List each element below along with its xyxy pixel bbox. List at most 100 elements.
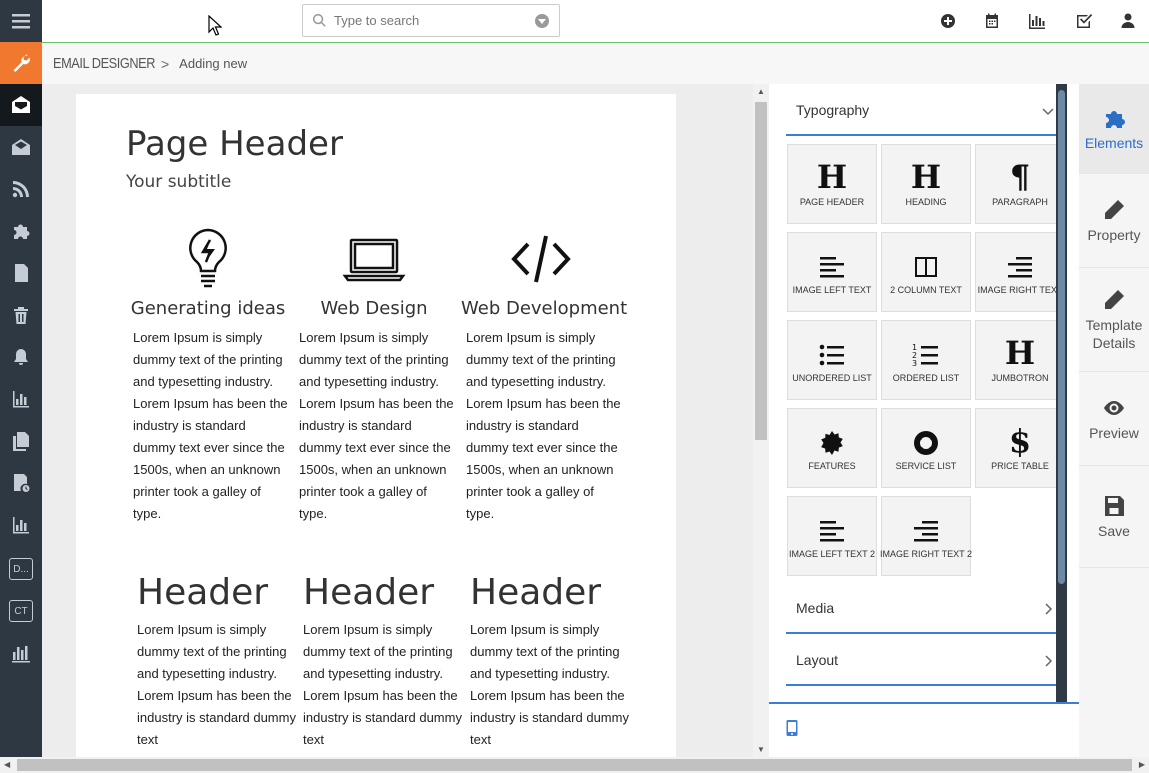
bar-chart-icon[interactable] bbox=[0, 504, 42, 546]
copy-icon[interactable] bbox=[0, 420, 42, 462]
page-header[interactable]: Page Header bbox=[126, 124, 343, 164]
tool-label: Elements bbox=[1084, 134, 1144, 151]
breadcrumb: EMAIL DESIGNER > Adding new bbox=[42, 43, 1149, 84]
calendar-icon[interactable] bbox=[983, 12, 1001, 30]
chevron-down-icon[interactable] bbox=[535, 13, 549, 28]
search-input[interactable]: Type to search bbox=[334, 13, 535, 28]
header-column[interactable]: Header Lorem Ipsum is simply dummy text … bbox=[137, 572, 297, 751]
feature-text: Lorem Ipsum is simply dummy text of the … bbox=[299, 330, 454, 521]
svg-text:3: 3 bbox=[912, 359, 917, 368]
mobile-icon[interactable] bbox=[786, 720, 798, 736]
tile-image-right-text-2[interactable]: IMAGE RIGHT TEXT 2 bbox=[879, 496, 973, 576]
envelope-icon[interactable] bbox=[0, 126, 42, 168]
plus-circle-icon[interactable] bbox=[939, 12, 957, 30]
scrollbar-thumb[interactable] bbox=[17, 759, 1132, 771]
tool-elements[interactable]: Elements bbox=[1079, 84, 1149, 174]
tile-page-header[interactable]: H PAGE HEADER bbox=[787, 144, 877, 224]
header-column[interactable]: Header Lorem Ipsum is simply dummy text … bbox=[303, 572, 463, 751]
section-typography[interactable]: Typography bbox=[786, 86, 1056, 136]
invoice-icon[interactable] bbox=[0, 462, 42, 504]
horizontal-scrollbar[interactable]: ◀ ▶ bbox=[0, 757, 1149, 773]
bar-chart-icon[interactable] bbox=[0, 632, 42, 674]
tile-features[interactable]: FEATURES bbox=[787, 408, 877, 488]
feature-block[interactable]: Web Development Lorem Ipsum is simply du… bbox=[461, 224, 627, 525]
tool-label: Property bbox=[1087, 226, 1141, 243]
tool-label: Save bbox=[1098, 522, 1130, 539]
tile-label: IMAGE RIGHT TEXT 2 bbox=[879, 549, 973, 559]
feature-block[interactable]: Generating ideas Lorem Ipsum is simply d… bbox=[128, 224, 288, 525]
section-layout[interactable]: Layout bbox=[786, 636, 1056, 686]
panel-divider bbox=[769, 702, 1079, 704]
tile-image-left-text[interactable]: IMAGE LEFT TEXT bbox=[787, 232, 877, 312]
tile-label: JUMBOTRON bbox=[991, 373, 1049, 383]
breadcrumb-separator: > bbox=[160, 55, 170, 72]
tile-price-table[interactable]: $ PRICE TABLE bbox=[975, 408, 1065, 488]
user-icon[interactable] bbox=[1119, 12, 1137, 30]
tile-image-right-text[interactable]: IMAGE RIGHT TEXT bbox=[975, 232, 1065, 312]
align-left-icon bbox=[818, 497, 846, 549]
text-box-ct[interactable]: CT bbox=[0, 590, 42, 632]
tile-label: FEATURES bbox=[808, 461, 856, 471]
pencil-icon bbox=[1105, 289, 1124, 309]
tile-paragraph[interactable]: ¶ PARAGRAPH bbox=[975, 144, 1065, 224]
tile-label: IMAGE RIGHT TEXT bbox=[977, 285, 1063, 295]
tool-label: Preview bbox=[1089, 424, 1139, 441]
columns-icon bbox=[912, 233, 940, 285]
heading-h-icon: H bbox=[1004, 334, 1036, 372]
tile-label: HEADING bbox=[905, 197, 947, 207]
column-text: Lorem Ipsum is simply dummy text of the … bbox=[303, 622, 462, 747]
puzzle-icon bbox=[1106, 110, 1125, 128]
tile-unordered-list[interactable]: UNORDERED LIST bbox=[787, 320, 877, 400]
breadcrumb-root[interactable]: EMAIL DESIGNER bbox=[53, 55, 155, 72]
tool-property[interactable]: Property bbox=[1079, 174, 1149, 268]
ordered-list-icon: 123 bbox=[912, 321, 940, 373]
document-icon[interactable] bbox=[0, 252, 42, 294]
section-label: Layout bbox=[796, 652, 839, 668]
section-label: Typography bbox=[796, 102, 870, 118]
feature-block[interactable]: Web Design Lorem Ipsum is simply dummy t… bbox=[294, 224, 454, 525]
feature-text: Lorem Ipsum is simply dummy text of the … bbox=[133, 330, 288, 521]
tile-2-column-text[interactable]: 2 COLUMN TEXT bbox=[881, 232, 971, 312]
wrench-icon[interactable] bbox=[0, 42, 42, 84]
tool-label: Template Details bbox=[1085, 316, 1143, 351]
tool-preview[interactable]: Preview bbox=[1079, 372, 1149, 466]
puzzle-icon[interactable] bbox=[0, 210, 42, 252]
page-subtitle[interactable]: Your subtitle bbox=[126, 172, 231, 192]
bell-icon[interactable] bbox=[0, 336, 42, 378]
tool-save[interactable]: Save bbox=[1079, 466, 1149, 568]
scrollbar-thumb[interactable] bbox=[755, 102, 767, 440]
tile-jumbotron[interactable]: H JUMBOTRON bbox=[975, 320, 1065, 400]
open-envelope-icon[interactable] bbox=[0, 84, 42, 126]
header-column[interactable]: Header Lorem Ipsum is simply dummy text … bbox=[470, 572, 630, 751]
checkbox-icon[interactable] bbox=[1075, 12, 1093, 30]
tool-template-details[interactable]: Template Details bbox=[1079, 268, 1149, 372]
feature-title: Generating ideas bbox=[130, 298, 286, 319]
bar-chart-icon[interactable] bbox=[1028, 12, 1046, 30]
section-media[interactable]: Media bbox=[786, 584, 1056, 634]
tile-image-left-text-2[interactable]: IMAGE LEFT TEXT 2 bbox=[787, 496, 877, 576]
chevron-right-icon bbox=[1042, 654, 1054, 667]
canvas-scrollbar[interactable]: ▲ ▼ bbox=[753, 84, 769, 757]
panel-scrollbar[interactable] bbox=[1056, 84, 1067, 704]
rss-icon[interactable] bbox=[0, 168, 42, 210]
tile-heading[interactable]: H HEADING bbox=[881, 144, 971, 224]
email-canvas[interactable]: Page Header Your subtitle Generating ide… bbox=[42, 84, 753, 757]
trash-icon[interactable] bbox=[0, 294, 42, 336]
tile-ordered-list[interactable]: 1 2 3 ORDERED LIST bbox=[881, 320, 971, 400]
column-header: Header bbox=[470, 572, 602, 613]
feature-text: Lorem Ipsum is simply dummy text of the … bbox=[466, 330, 621, 521]
paragraph-icon: ¶ bbox=[1009, 158, 1031, 196]
search-box[interactable]: Type to search bbox=[302, 4, 560, 37]
unordered-list-icon bbox=[818, 321, 846, 373]
text-box-d[interactable]: D... bbox=[0, 548, 42, 590]
tile-service-list[interactable]: SERVICE LIST bbox=[881, 408, 971, 488]
tile-label: ORDERED LIST bbox=[892, 373, 960, 383]
code-icon bbox=[461, 224, 621, 294]
dollar-icon: $ bbox=[1008, 422, 1032, 460]
chevron-down-icon bbox=[1042, 104, 1054, 116]
column-header: Header bbox=[303, 572, 435, 613]
hamburger-menu-icon[interactable] bbox=[0, 0, 42, 42]
scrollbar-thumb[interactable] bbox=[1058, 90, 1065, 584]
bar-chart-icon[interactable] bbox=[0, 378, 42, 420]
email-page[interactable]: Page Header Your subtitle Generating ide… bbox=[76, 94, 676, 757]
